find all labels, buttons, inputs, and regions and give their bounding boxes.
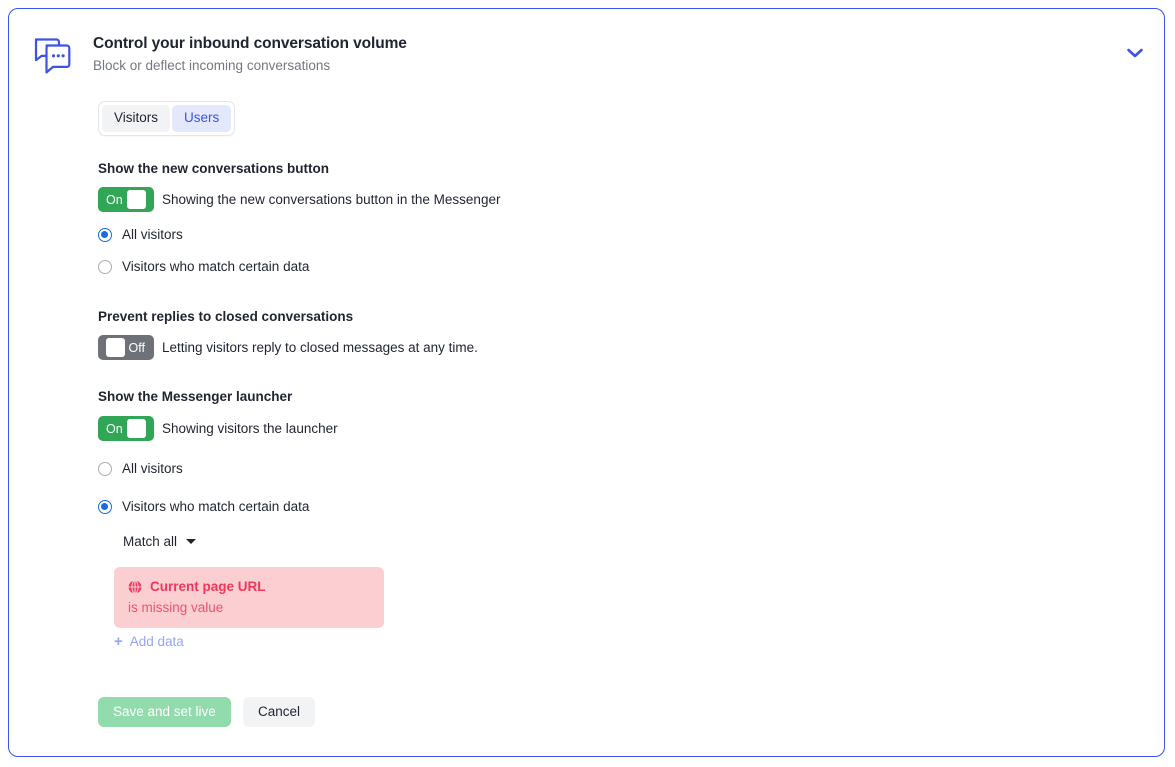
radio-indicator	[98, 461, 112, 476]
screen-root: Control your inbound conversation volume…	[0, 0, 1175, 767]
data-rule-attribute: Current page URL	[150, 579, 266, 594]
toggle-knob	[126, 190, 146, 209]
caret-down-icon	[186, 539, 197, 544]
match-type-dropdown[interactable]: Match all	[121, 532, 198, 551]
data-rule-current-page-url[interactable]: Current page URL is missing value	[114, 567, 384, 628]
toggle-description-new-conversations: Showing the new conversations button in …	[162, 192, 501, 207]
radio-indicator	[98, 259, 112, 274]
tab-users[interactable]: Users	[172, 105, 232, 132]
toggle-knob	[105, 338, 125, 357]
save-and-set-live-button[interactable]: Save and set live	[98, 697, 231, 727]
section-title-messenger-launcher: Show the Messenger launcher	[98, 389, 293, 404]
page-title: Control your inbound conversation volume	[93, 35, 407, 52]
add-data-label: Add data	[129, 634, 184, 649]
card-body: Show the new conversations button On Sho…	[9, 149, 1164, 756]
tab-visitors[interactable]: Visitors	[102, 105, 171, 132]
radio-launcher-all-visitors[interactable]: All visitors	[98, 460, 183, 477]
plus-icon: +	[114, 633, 123, 650]
cancel-button[interactable]: Cancel	[243, 697, 316, 727]
settings-card: Control your inbound conversation volume…	[8, 8, 1165, 757]
page-subtitle: Block or deflect incoming conversations	[93, 58, 331, 73]
section-title-prevent-replies: Prevent replies to closed conversations	[98, 309, 354, 324]
radio-new-conversations-match-data[interactable]: Visitors who match certain data	[98, 258, 309, 275]
add-data-button[interactable]: + Add data	[114, 633, 184, 650]
toggle-description-prevent-replies: Letting visitors reply to closed message…	[162, 340, 478, 355]
toggle-state-label: On	[106, 421, 123, 436]
radio-indicator	[98, 227, 112, 242]
globe-error-icon	[128, 579, 142, 594]
toggle-state-label: On	[106, 192, 123, 207]
radio-new-conversations-all-visitors[interactable]: All visitors	[98, 226, 183, 243]
toggle-messenger-launcher[interactable]: On	[98, 416, 154, 441]
card-header: Control your inbound conversation volume…	[9, 9, 1164, 85]
toggle-state-label: Off	[128, 340, 145, 355]
radio-indicator	[98, 499, 112, 514]
radio-label: All visitors	[122, 227, 183, 242]
toggle-knob	[126, 419, 146, 438]
toggle-prevent-replies[interactable]: Off	[98, 335, 154, 360]
match-type-value: Match all	[123, 534, 178, 549]
radio-launcher-match-data[interactable]: Visitors who match certain data	[98, 498, 309, 515]
header-text-block: Control your inbound conversation volume…	[93, 33, 407, 75]
toggle-new-conversations-button[interactable]: On	[98, 187, 154, 212]
radio-label: Visitors who match certain data	[122, 259, 310, 274]
data-rule-condition: is missing value	[128, 600, 224, 615]
audience-tab-group: Visitors Users	[98, 101, 236, 136]
toggle-description-messenger-launcher: Showing visitors the launcher	[162, 421, 338, 436]
radio-label: Visitors who match certain data	[122, 499, 310, 514]
section-title-new-conversations: Show the new conversations button	[98, 161, 330, 176]
radio-label: All visitors	[122, 461, 183, 476]
data-rule-header: Current page URL	[128, 578, 370, 595]
speech-bubbles-icon	[26, 29, 80, 83]
chevron-down-icon[interactable]	[1124, 42, 1146, 64]
